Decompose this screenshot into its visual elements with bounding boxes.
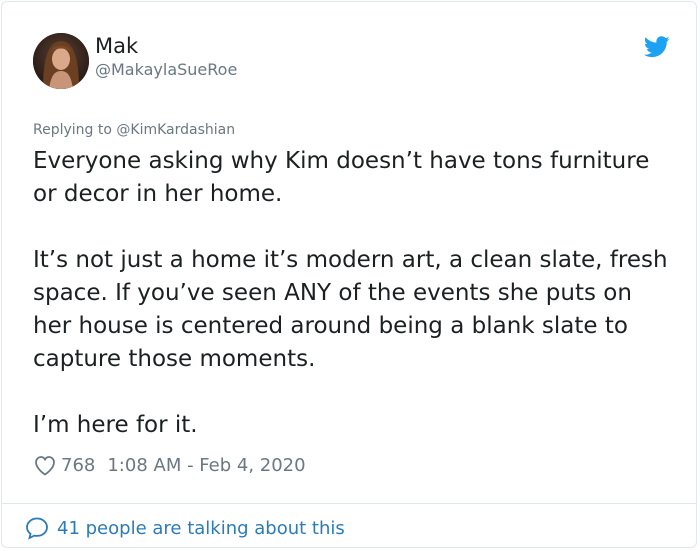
tweet-timestamp[interactable]: 1:08 AM - Feb 4, 2020: [107, 455, 305, 476]
tweet-meta: 768 1:08 AM - Feb 4, 2020: [33, 452, 306, 478]
tweet-text: Everyone asking why Kim doesn’t have ton…: [33, 145, 673, 475]
divider: [2, 503, 696, 504]
like-count[interactable]: 768: [61, 455, 95, 476]
avatar-image: [33, 33, 89, 89]
speech-bubble-icon: [26, 517, 48, 540]
replying-to: Replying to @KimKardashian: [33, 121, 235, 139]
tweet-card: Mak @MakaylaSueRoe Replying to @KimKarda…: [1, 1, 697, 548]
avatar[interactable]: [33, 33, 89, 89]
conversation-link[interactable]: 41 people are talking about this: [25, 515, 345, 541]
twitter-bird-icon[interactable]: [644, 36, 670, 58]
replying-to-prefix: Replying to: [33, 122, 117, 138]
author-handle[interactable]: @MakaylaSueRoe: [95, 60, 237, 80]
heart-icon[interactable]: [33, 454, 57, 476]
conversation-label[interactable]: 41 people are talking about this: [57, 518, 345, 539]
reply-mention-link[interactable]: @KimKardashian: [116, 122, 235, 138]
tweet-paragraph: It’s not just a home it’s modern art, a …: [33, 247, 668, 372]
tweet-paragraph: I’m here for it.: [33, 412, 198, 438]
author-name[interactable]: Mak: [95, 33, 138, 59]
tweet-paragraph: Everyone asking why Kim doesn’t have ton…: [33, 148, 650, 207]
